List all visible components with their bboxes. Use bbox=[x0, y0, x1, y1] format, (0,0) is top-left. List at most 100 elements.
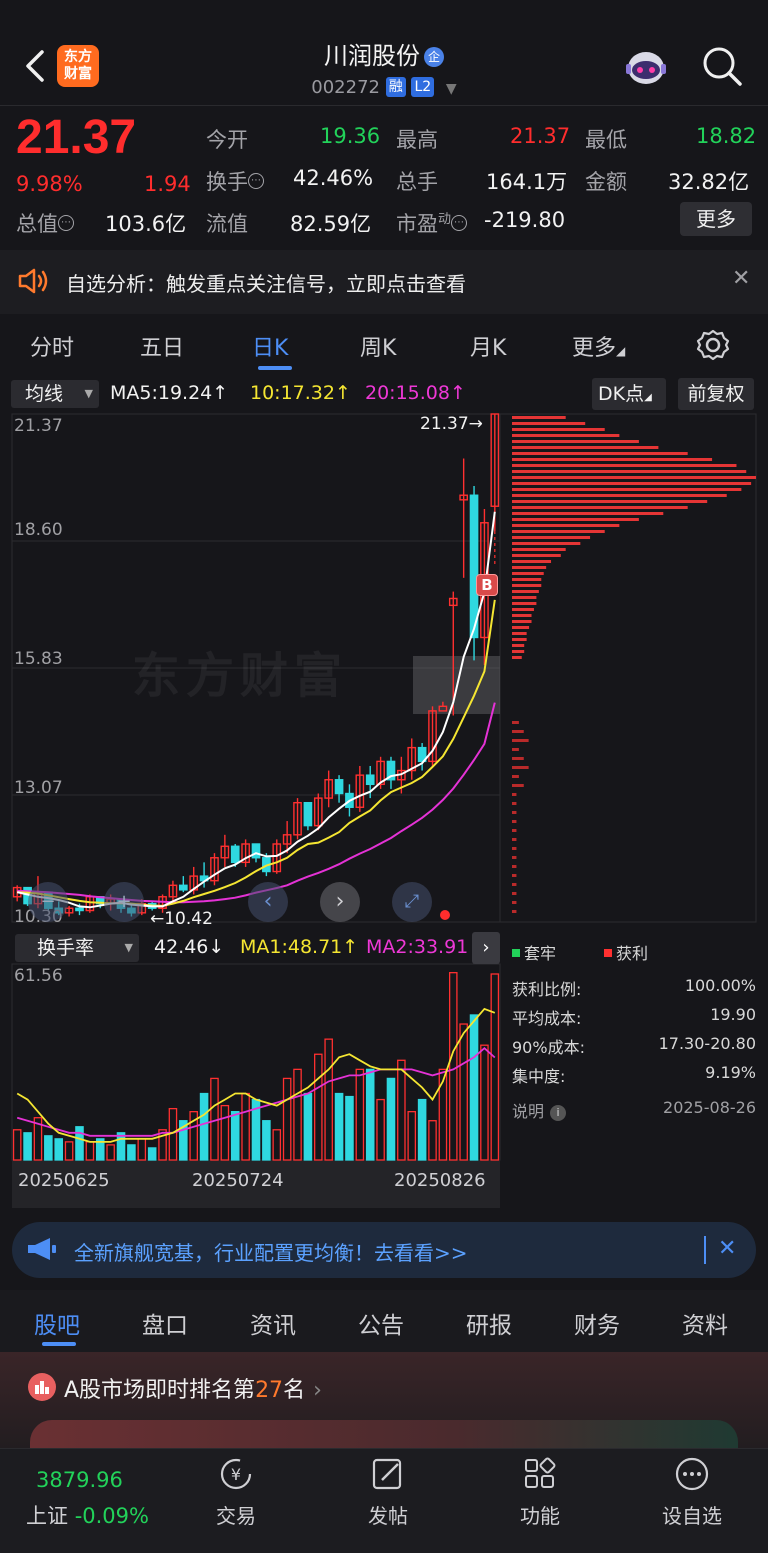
grid-functions-icon bbox=[525, 1457, 556, 1488]
banner-text[interactable]: 全新旗舰宽基，行业配置更均衡！去看看>> bbox=[74, 1237, 468, 1266]
turnover-bar bbox=[397, 1059, 406, 1161]
more-quote-button[interactable]: 更多 bbox=[680, 202, 752, 236]
turnover-bar bbox=[127, 1144, 136, 1161]
turnover-bar bbox=[365, 1068, 375, 1161]
chip-bar bbox=[512, 482, 752, 485]
adjust-price-button[interactable]: 前复权 bbox=[678, 378, 754, 410]
robot-assistant-icon[interactable] bbox=[622, 44, 670, 88]
close-banner-icon[interactable]: ✕ bbox=[718, 1236, 736, 1261]
chip-bar bbox=[512, 518, 639, 521]
chip-bar bbox=[512, 548, 566, 551]
tab-more[interactable]: 更多◢ bbox=[572, 330, 625, 362]
turnover-label[interactable]: 换手 ⋯ bbox=[206, 166, 264, 196]
ma-selector[interactable]: 均线 ▼ bbox=[11, 380, 99, 408]
chip-bar bbox=[512, 910, 517, 913]
nav-functions[interactable]: 功能 bbox=[480, 1456, 600, 1529]
turnover-bar bbox=[282, 1077, 292, 1161]
date-label: 20250724 bbox=[192, 1170, 284, 1191]
settings-gear-icon[interactable] bbox=[696, 328, 730, 362]
search-icon[interactable] bbox=[700, 44, 744, 88]
legend-profit: 获利 bbox=[604, 940, 648, 964]
turnover-bar bbox=[12, 1129, 22, 1161]
turnover-bar bbox=[106, 1144, 115, 1161]
info-icon[interactable]: ⋯ bbox=[451, 215, 468, 231]
megaphone-icon bbox=[28, 1238, 56, 1260]
expand-indicator-icon[interactable]: › bbox=[472, 932, 500, 964]
price-axis-label: 18.60 bbox=[14, 520, 63, 540]
chip-bar bbox=[512, 811, 517, 814]
svg-text:¥: ¥ bbox=[231, 1465, 241, 1484]
nav-watchlist[interactable]: 设自选 bbox=[632, 1456, 752, 1529]
buy-marker[interactable]: B bbox=[476, 574, 498, 596]
tab-order-book[interactable]: 盘口 bbox=[142, 1306, 188, 1340]
dropdown-caret-icon[interactable]: ▼ bbox=[446, 81, 457, 97]
ma20-label: 20:15.08↑ bbox=[365, 382, 466, 404]
tab-weekly-k[interactable]: 周K bbox=[360, 330, 396, 362]
chip-bar bbox=[512, 452, 688, 455]
chip-bar bbox=[512, 730, 524, 733]
yuan-trade-icon: ¥ bbox=[220, 1458, 252, 1490]
watermark: 东方财富 bbox=[132, 648, 349, 704]
mktcap-label[interactable]: 总值 ⋯ bbox=[16, 208, 74, 238]
legend-trapped: 套牢 bbox=[512, 940, 556, 964]
tab-finance[interactable]: 财务 bbox=[574, 1306, 620, 1340]
amount-label: 金额 bbox=[585, 170, 627, 194]
tab-daily-k[interactable]: 日K bbox=[252, 330, 288, 362]
turnover-ma2: MA2:33.91↑ bbox=[366, 936, 485, 958]
chip-bar bbox=[512, 638, 527, 641]
turnover-bar bbox=[355, 1068, 365, 1161]
tab-profile[interactable]: 资料 bbox=[682, 1306, 728, 1340]
date-label: 20250826 bbox=[394, 1170, 486, 1191]
info-icon[interactable]: i bbox=[550, 1105, 567, 1121]
tab-forum[interactable]: 股吧 bbox=[34, 1306, 80, 1340]
chip-bar bbox=[512, 572, 544, 575]
cost-90-row: 90%成本: 17.30-20.80 bbox=[512, 1034, 756, 1057]
tab-monthly-k[interactable]: 月K bbox=[470, 330, 506, 362]
open-label: 今开 bbox=[206, 128, 248, 152]
rank-text[interactable]: A股市场即时排名第27名 › bbox=[64, 1372, 322, 1404]
chip-bar bbox=[512, 446, 659, 449]
chip-note-row[interactable]: 说明 i 2025-08-26 bbox=[512, 1098, 756, 1122]
chip-bar bbox=[512, 748, 519, 751]
tab-announcements[interactable]: 公告 bbox=[358, 1306, 404, 1340]
dk-point-button[interactable]: DK点◢ bbox=[592, 378, 666, 410]
indicator-selector[interactable]: 换手率 ▼ bbox=[15, 934, 139, 962]
notice-text[interactable]: 自选分析：触发重点关注信号，立即点击查看 bbox=[66, 268, 466, 297]
info-icon[interactable]: ⋯ bbox=[248, 173, 264, 189]
turnover-bar bbox=[417, 1098, 427, 1161]
close-icon[interactable]: ✕ bbox=[732, 266, 750, 291]
nav-post[interactable]: 发帖 bbox=[328, 1456, 448, 1529]
open-value: 19.36 bbox=[320, 124, 381, 148]
tab-five-day[interactable]: 五日 bbox=[140, 330, 184, 362]
change-amount: 1.94 bbox=[144, 172, 191, 196]
candle-body bbox=[251, 843, 261, 859]
zoom-out-icon[interactable]: − bbox=[28, 882, 68, 922]
nav-trade[interactable]: ¥ 交易 bbox=[176, 1456, 296, 1529]
turnover-bar bbox=[314, 1053, 323, 1161]
turnover-bar bbox=[469, 1014, 479, 1161]
index-row[interactable]: 上证 -0.09% bbox=[26, 1500, 149, 1530]
pe-label[interactable]: 市盈动 ⋯ bbox=[396, 208, 468, 238]
tab-news[interactable]: 资讯 bbox=[250, 1306, 296, 1340]
low-value: 18.82 bbox=[696, 124, 757, 148]
turnover-bar bbox=[199, 1092, 209, 1161]
enterprise-badge-icon: 企 bbox=[424, 47, 444, 67]
avg-cost-row: 平均成本: 19.90 bbox=[512, 1005, 756, 1028]
turnover-bar bbox=[459, 1023, 468, 1161]
chip-bar bbox=[512, 590, 539, 593]
mktcap-value: 103.6亿 bbox=[105, 212, 187, 236]
info-icon[interactable]: ⋯ bbox=[58, 215, 74, 231]
tab-intraday[interactable]: 分时 bbox=[30, 330, 74, 362]
scroll-left-icon[interactable]: ‹ bbox=[248, 882, 288, 922]
scroll-right-icon[interactable]: › bbox=[320, 882, 360, 922]
fullscreen-icon[interactable]: ⤢ bbox=[392, 882, 432, 922]
tab-research[interactable]: 研报 bbox=[466, 1306, 512, 1340]
chip-bar bbox=[512, 793, 517, 796]
zoom-in-icon[interactable]: + bbox=[104, 882, 144, 922]
concentration-row: 集中度: 9.19% bbox=[512, 1063, 756, 1086]
level2-tag: L2 bbox=[411, 77, 435, 97]
turnover-bar bbox=[334, 1092, 344, 1161]
chip-bar bbox=[512, 721, 519, 724]
chip-bar bbox=[512, 566, 547, 569]
index-value[interactable]: 3879.96 bbox=[36, 1468, 123, 1492]
